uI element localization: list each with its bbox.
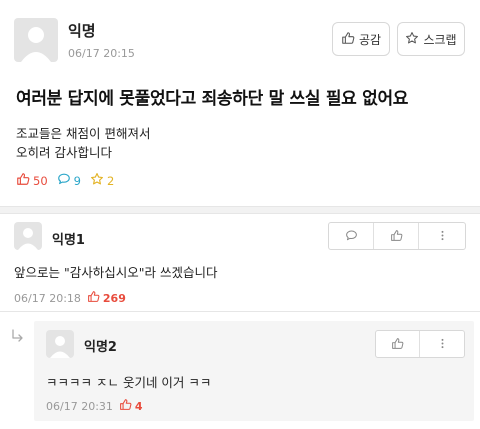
- vertical-dots-icon: [436, 335, 449, 354]
- thumbs-up-icon: [390, 227, 403, 246]
- speech-bubble-icon: [57, 172, 71, 189]
- comment-like-count: 269: [87, 290, 126, 306]
- post-author-name: 익명: [68, 22, 96, 40]
- comment-count: 9: [57, 172, 81, 189]
- reply-text: ㅋㅋㅋㅋ ㅈㄴ 웃기네 이거 ㅋㅋ: [46, 375, 212, 390]
- star-icon: [405, 31, 419, 48]
- like-button[interactable]: 공감: [332, 22, 390, 56]
- like-count: 50: [16, 172, 48, 189]
- more-options-button[interactable]: [419, 223, 465, 249]
- scrap-button[interactable]: 스크랩: [397, 22, 465, 56]
- post-title: 여러분 답지에 못풀었다고 죄송하단 말 쓰실 필요 없어요: [16, 89, 409, 109]
- comment-like-button[interactable]: [374, 223, 419, 249]
- thumbs-up-icon: [119, 398, 132, 414]
- section-divider: [0, 206, 480, 214]
- post-body: 조교들은 채점이 편해져서 오히려 감사합니다: [16, 124, 150, 162]
- comment-count-value: 9: [73, 173, 81, 188]
- reply-arrow-icon: [10, 328, 26, 344]
- vertical-dots-icon: [436, 227, 449, 246]
- comment-author-name: 익명1: [52, 233, 85, 248]
- comment-meta: 06/17 20:18 269: [14, 290, 126, 306]
- comment-text: 앞으로는 "감사하십시오"라 쓰겠습니다: [14, 265, 218, 280]
- thumbs-up-icon: [87, 290, 100, 306]
- comment-action-bar: [328, 222, 466, 250]
- like-count-value: 50: [33, 173, 48, 188]
- post-stats: 50 9 2: [16, 172, 123, 189]
- star-icon: [90, 172, 104, 189]
- comment-like-count-value: 269: [102, 291, 126, 305]
- reply-timestamp: 06/17 20:31: [46, 399, 113, 413]
- comment-timestamp: 06/17 20:18: [14, 291, 81, 305]
- post-body-line: 조교들은 채점이 편해져서: [16, 126, 151, 141]
- comment-separator: [0, 311, 480, 312]
- reply-author-name: 익명2: [84, 340, 117, 355]
- post-author-avatar: [14, 18, 58, 62]
- thumbs-up-icon: [391, 335, 404, 354]
- thumbs-up-icon: [16, 172, 30, 189]
- reply-like-count-value: 4: [134, 399, 143, 413]
- reply-author-avatar: [46, 330, 74, 358]
- speech-bubble-icon: [345, 227, 358, 246]
- reply-more-options-button[interactable]: [420, 331, 464, 357]
- reply-like-button[interactable]: [376, 331, 421, 357]
- scrap-button-label: 스크랩: [423, 32, 457, 47]
- like-button-label: 공감: [358, 32, 382, 47]
- scrap-count-value: 2: [106, 173, 115, 188]
- post-body-line: 오히려 감사합니다: [16, 145, 112, 160]
- post-timestamp: 06/17 20:15: [68, 47, 135, 60]
- comment-author-avatar: [14, 222, 42, 250]
- reply-action-bar: [375, 330, 465, 358]
- thumbs-up-icon: [341, 31, 355, 48]
- reply-like-count: 4: [119, 398, 143, 414]
- reply-button[interactable]: [329, 223, 374, 249]
- scrap-count: 2: [90, 172, 114, 189]
- reply-meta: 06/17 20:31 4: [46, 398, 143, 414]
